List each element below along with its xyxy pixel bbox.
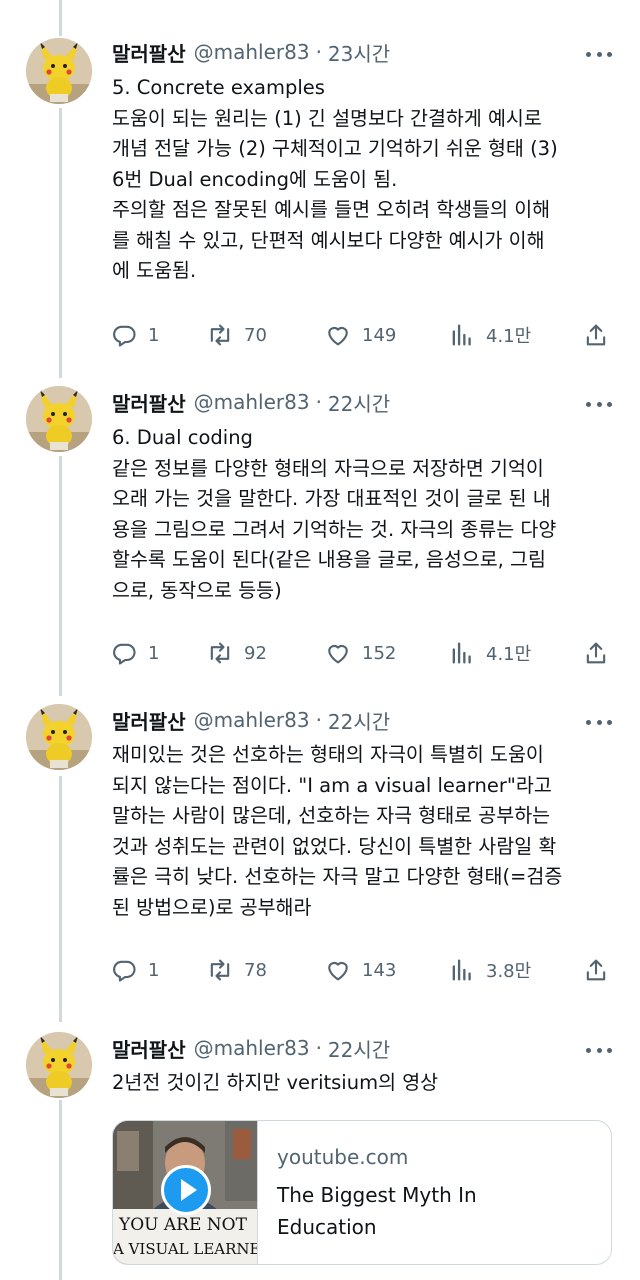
thumbnail-sign-line: A VISUAL LEARNER: [113, 1240, 258, 1258]
tweet-text-line: 2년전 것이긴 하지만 veritsium의 영상: [112, 1071, 439, 1094]
video-thumbnail[interactable]: YOU ARE NOT A VISUAL LEARNER: [113, 1121, 258, 1264]
tweet-text: 2년전 것이긴 하지만 veritsium의 영상: [112, 1068, 612, 1099]
timestamp[interactable]: 22시간: [328, 1034, 390, 1063]
play-icon[interactable]: [161, 1165, 211, 1215]
tweet[interactable]: 말러팔산 @mahler83 · 22시간 2년전 것이긴 하지만 verits…: [0, 0, 640, 1280]
link-title-line: The Biggest Myth In: [277, 1183, 477, 1207]
more-icon[interactable]: [586, 1038, 612, 1062]
link-card[interactable]: YOU ARE NOT A VISUAL LEARNER youtube.com…: [112, 1120, 612, 1265]
link-title: The Biggest Myth In Education: [277, 1179, 597, 1243]
link-domain: youtube.com: [277, 1145, 409, 1169]
avatar[interactable]: [26, 1032, 92, 1098]
user-handle[interactable]: @mahler83: [194, 1036, 310, 1060]
pikachu-avatar-image: [26, 1032, 92, 1098]
thumbnail-sign-line: YOU ARE NOT: [119, 1215, 247, 1235]
link-title-line: Education: [277, 1215, 377, 1239]
display-name[interactable]: 말러팔산: [112, 1034, 186, 1063]
separator-dot: ·: [315, 1036, 322, 1060]
